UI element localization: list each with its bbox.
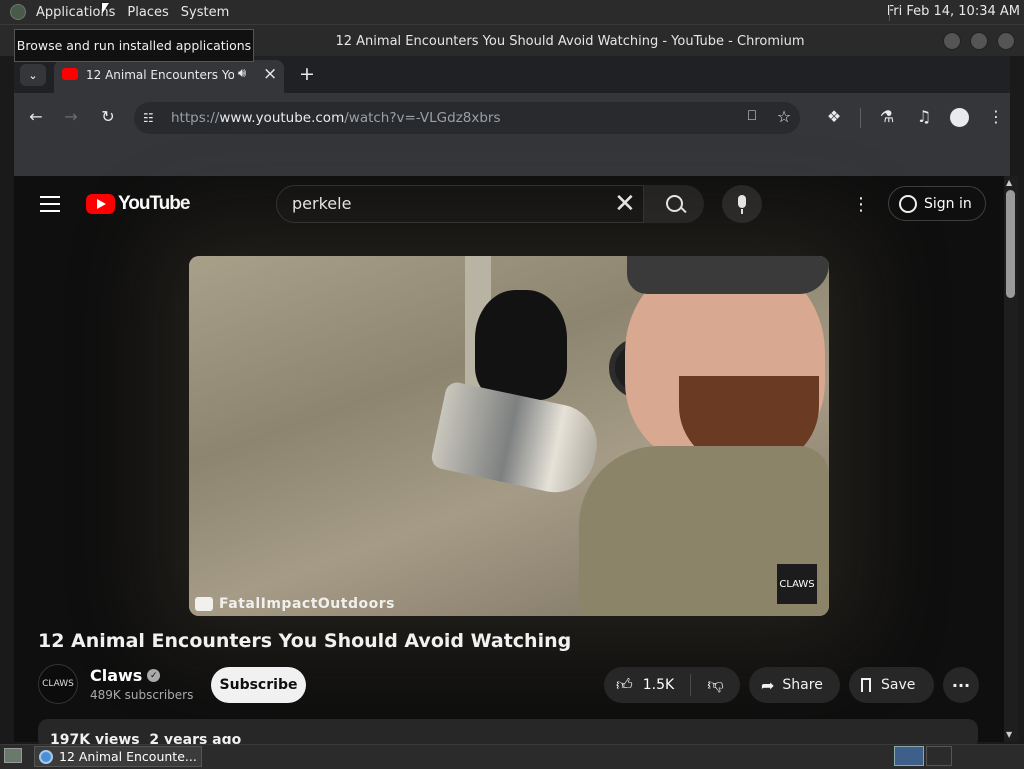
dislike-button[interactable]: 👎︎: [691, 667, 740, 703]
hamburger-icon: [40, 196, 60, 212]
workspace-2[interactable]: [926, 746, 952, 766]
tab-close-button[interactable]: ×: [263, 64, 277, 84]
voice-search-button[interactable]: [722, 185, 762, 223]
share-arrow-icon: ➦: [761, 675, 775, 695]
channel-avatar[interactable]: CLAWS: [38, 664, 78, 704]
profile-avatar-icon[interactable]: [950, 108, 969, 127]
window-title: 12 Animal Encounters You Should Avoid Wa…: [335, 34, 805, 49]
video-watermark: FatalImpactOutdoors: [219, 596, 395, 612]
clock-separator: [889, 5, 890, 21]
chevron-down-icon: ⌄: [28, 68, 38, 82]
audio-playing-icon[interactable]: 🔊︎: [238, 66, 246, 81]
bear-figure: [475, 290, 567, 400]
maximize-button[interactable]: [970, 32, 988, 50]
guide-menu-button[interactable]: [40, 196, 60, 212]
channel-name[interactable]: Claws ✓: [90, 666, 161, 685]
bookmark-icon: [861, 678, 871, 692]
like-button[interactable]: 👍︎ 1.5K: [604, 667, 690, 703]
workspace-switcher[interactable]: [894, 746, 924, 766]
bookmark-star-icon[interactable]: ☆: [773, 107, 795, 126]
clock[interactable]: Fri Feb 14, 10:34 AM: [887, 4, 1020, 19]
applications-tooltip: Browse and run installed applications: [14, 29, 254, 62]
url-scheme: https://: [171, 110, 220, 126]
scroll-down-arrow-icon[interactable]: ▼: [1006, 730, 1012, 739]
more-horizontal-icon: ···: [951, 675, 971, 695]
url-path: /watch?v=-VLGdz8xbrs: [344, 110, 501, 126]
channel-avatar-text: CLAWS: [42, 679, 74, 689]
forward-button[interactable]: →: [60, 107, 82, 126]
youtube-favicon-icon: [62, 68, 78, 80]
save-label: Save: [881, 677, 916, 693]
like-count: 1.5K: [642, 677, 675, 693]
channel-name-text: Claws: [90, 666, 143, 685]
thumbs-down-icon: 👎︎: [707, 675, 724, 694]
search-button[interactable]: [644, 185, 704, 223]
video-player[interactable]: FatalImpactOutdoors CLAWS: [189, 256, 829, 616]
channel-watermark-logo[interactable]: CLAWS: [777, 564, 817, 604]
sign-in-button[interactable]: Sign in: [888, 186, 986, 221]
share-button[interactable]: ➦ Share: [749, 667, 840, 703]
url-host: www.youtube.com: [219, 110, 345, 126]
cast-icon[interactable]: ⎕: [741, 108, 763, 124]
minimize-button[interactable]: [943, 32, 961, 50]
chromium-icon: [39, 749, 53, 764]
back-button[interactable]: ←: [25, 107, 47, 126]
toolbar-separator: [860, 108, 861, 128]
youtube-logo-text: YouTube: [118, 193, 190, 214]
share-label: Share: [782, 677, 823, 693]
microphone-icon: [738, 195, 746, 208]
scrollbar-thumb[interactable]: [1006, 190, 1015, 298]
subscriber-count: 489K subscribers: [90, 688, 194, 702]
bookmarks-bar: [14, 143, 1010, 176]
mouse-cursor-icon: [102, 3, 109, 14]
video-title: 12 Animal Encounters You Should Avoid Wa…: [38, 630, 572, 652]
menu-system[interactable]: System: [175, 5, 235, 20]
search-input[interactable]: perkele: [292, 194, 351, 213]
site-info-icon[interactable]: ☷: [143, 111, 154, 125]
reload-button[interactable]: ↻: [97, 107, 119, 126]
settings-more-icon[interactable]: ⋮: [852, 194, 870, 215]
menu-places[interactable]: Places: [121, 5, 174, 20]
subscribe-label: Subscribe: [219, 677, 298, 693]
search-icon: [666, 195, 683, 212]
new-tab-button[interactable]: +: [299, 63, 315, 85]
subscribe-button[interactable]: Subscribe: [211, 667, 306, 703]
tab-title: 12 Animal Encounters You Should Avoid Wa…: [86, 68, 234, 82]
verified-check-icon: ✓: [147, 669, 161, 682]
save-button[interactable]: Save: [849, 667, 934, 703]
taskbar-window-label: 12 Animal Encounte...: [59, 749, 197, 764]
url-text[interactable]: https://www.youtube.com/watch?v=-VLGdz8x…: [171, 110, 501, 126]
browser-menu-icon[interactable]: ⋮: [985, 107, 1007, 126]
youtube-play-icon: [86, 194, 115, 214]
thumbs-up-icon: 👍︎: [616, 675, 633, 694]
clear-search-icon[interactable]: ✕: [614, 189, 636, 219]
media-control-icon[interactable]: ♫: [913, 107, 935, 126]
person-hat: [627, 256, 829, 294]
applications-menu-icon[interactable]: [10, 4, 26, 20]
close-window-button[interactable]: [997, 32, 1015, 50]
taskbar-window-button[interactable]: 12 Animal Encounte...: [34, 746, 202, 767]
top-panel: Applications Places System: [0, 0, 1024, 25]
youtube-logo[interactable]: YouTube: [86, 193, 190, 215]
watermark-logo-icon: [195, 597, 213, 611]
extensions-icon[interactable]: ❖: [823, 107, 845, 126]
sign-in-label: Sign in: [924, 195, 972, 212]
account-circle-icon: [899, 194, 917, 213]
labs-flask-icon[interactable]: ⚗: [876, 107, 898, 126]
more-actions-button[interactable]: ···: [943, 667, 979, 703]
tab-search-button[interactable]: ⌄: [20, 64, 46, 86]
scroll-up-arrow-icon[interactable]: ▲: [1006, 178, 1012, 187]
show-desktop-icon[interactable]: [4, 748, 22, 763]
